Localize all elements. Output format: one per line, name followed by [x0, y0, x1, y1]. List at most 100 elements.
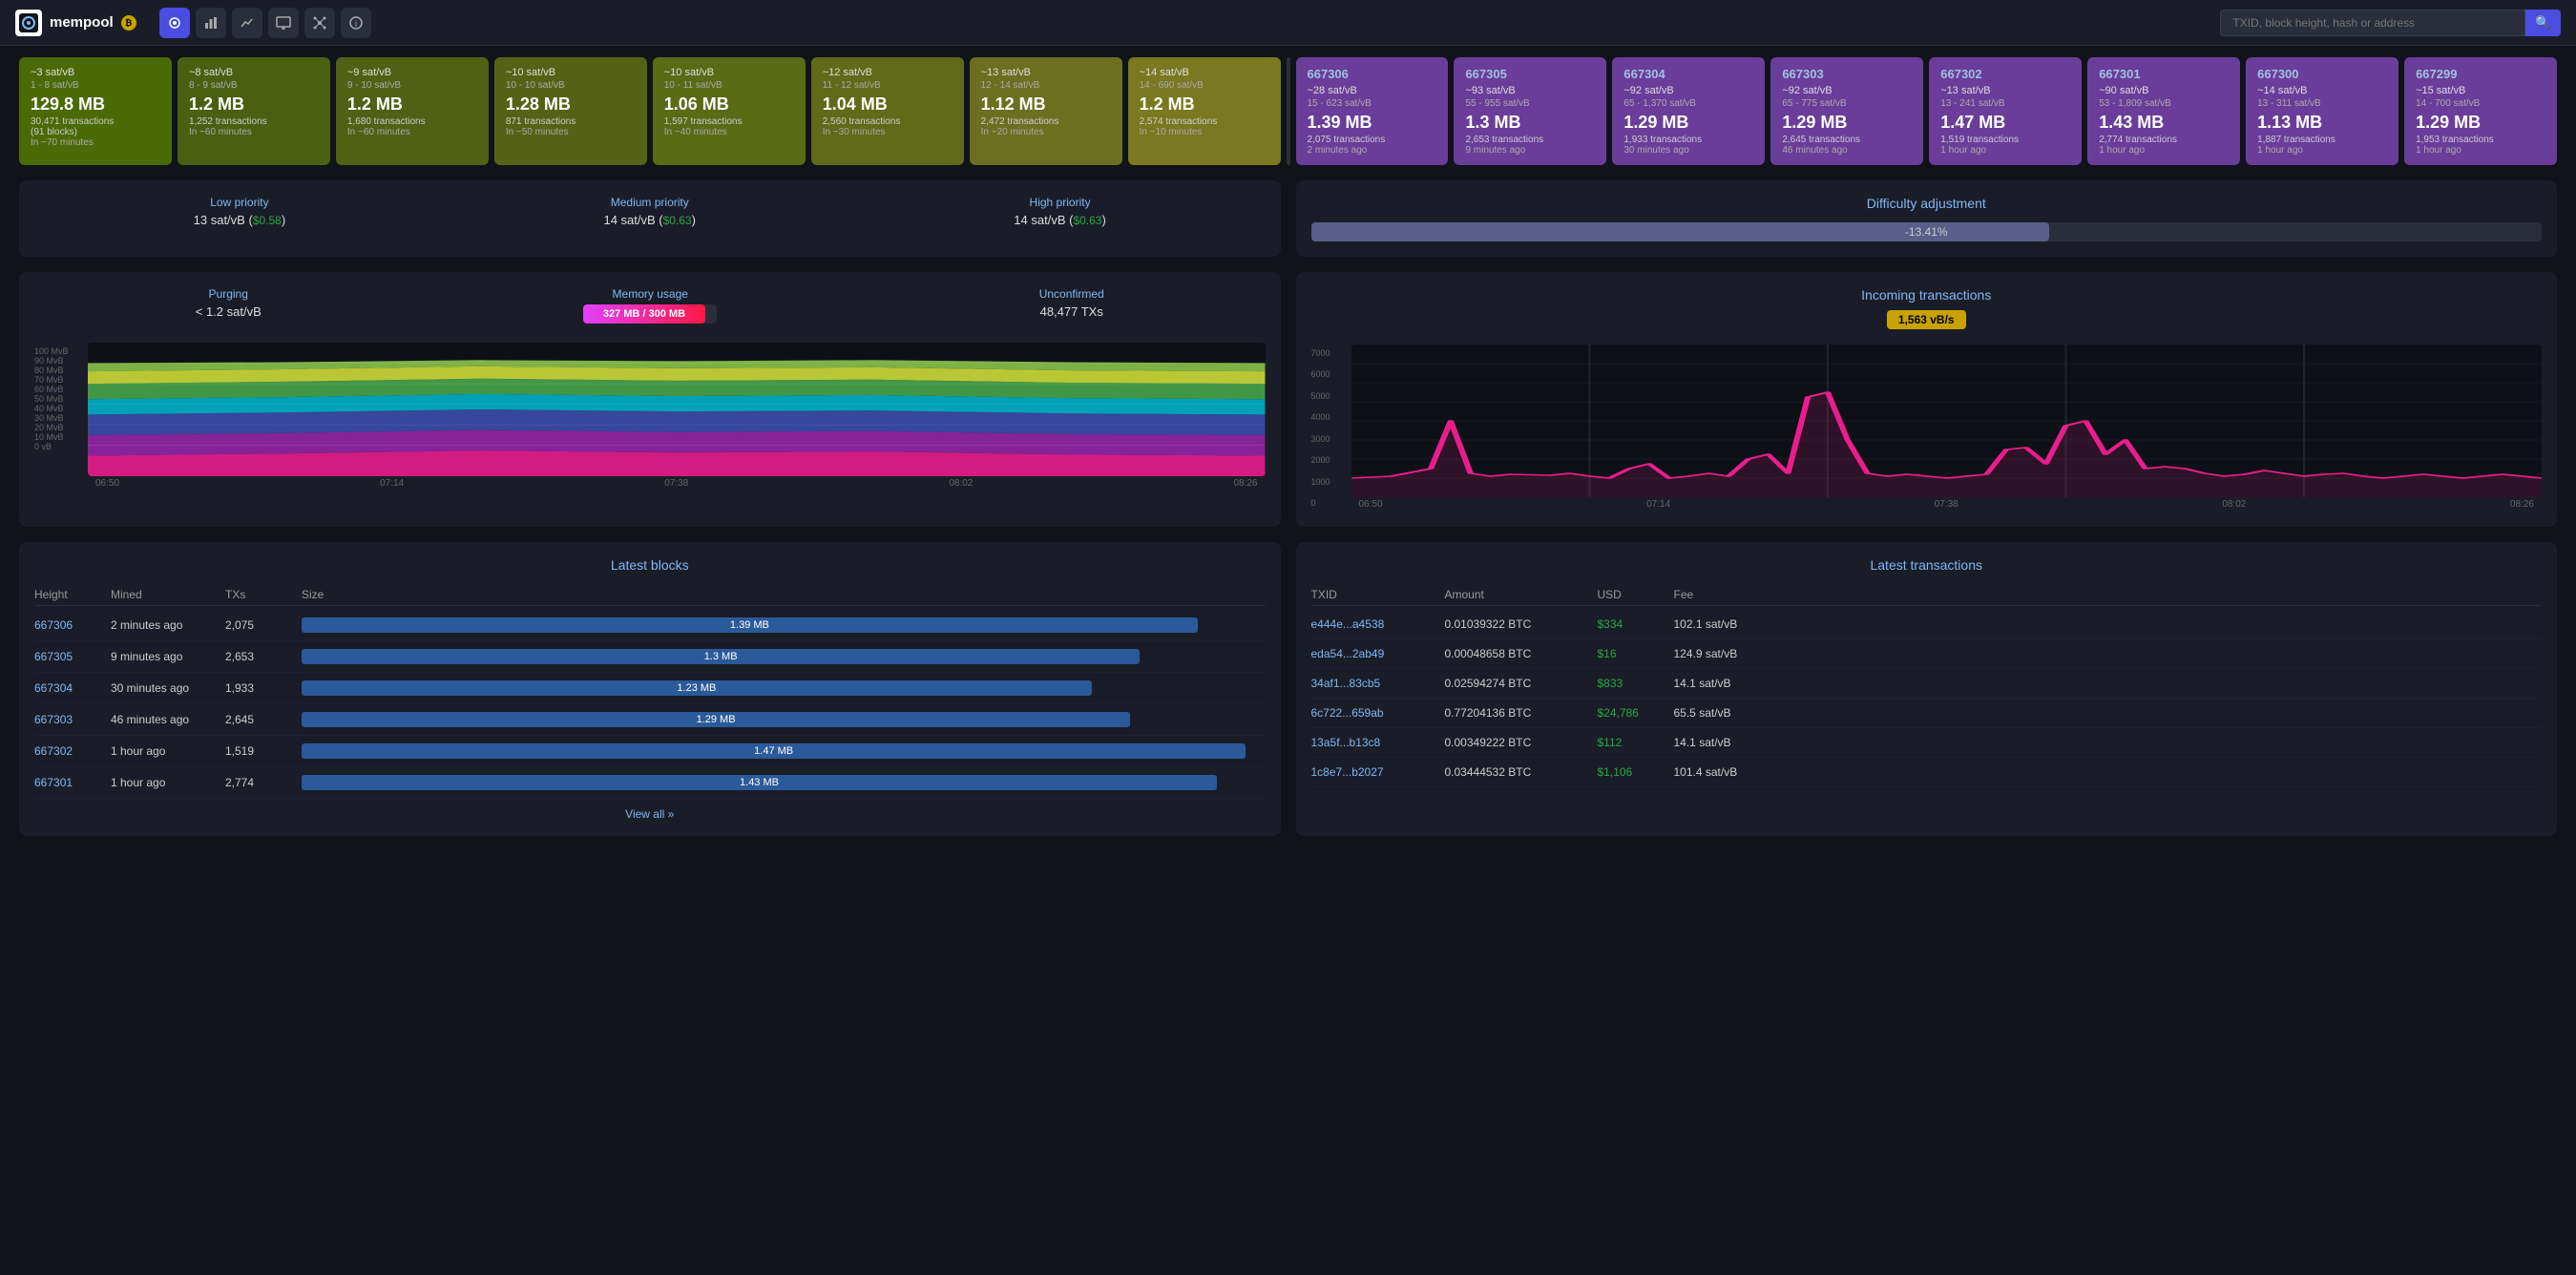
fee-low-label: Low priority: [194, 196, 286, 209]
block-height-link[interactable]: 667305: [34, 650, 111, 663]
block-height-link[interactable]: 667303: [34, 713, 111, 726]
block-height-link[interactable]: 667306: [34, 618, 111, 632]
col-amount: Amount: [1445, 588, 1598, 601]
confirmed-block-1[interactable]: 667305 ~93 sat/vB 55 - 955 sat/vB 1.3 MB…: [1454, 57, 1606, 165]
incoming-badge-row: 1,563 vB/s: [1311, 310, 2543, 337]
fee-panel: Low priority 13 sat/vB ($0.58) Medium pr…: [19, 180, 1281, 257]
incoming-chart-svg: [1351, 345, 2543, 497]
mempool-bar-fill: 327 MB / 300 MB: [583, 304, 704, 324]
tx-txid-link[interactable]: 13a5f...b13c8: [1311, 736, 1445, 749]
fee-row: Low priority 13 sat/vB ($0.58) Medium pr…: [34, 196, 1266, 227]
navbar: mempool ₿ i 🔍: [0, 0, 2576, 46]
latest-blocks-title: Latest blocks: [34, 557, 1266, 573]
search-button[interactable]: 🔍: [2525, 10, 2561, 36]
view-all-blocks: View all »: [34, 806, 1266, 821]
mempool-x-labels: 06:50 07:14 07:38 08:02 08:26: [88, 476, 1266, 491]
pending-block-6[interactable]: ~13 sat/vB 12 - 14 sat/vB 1.12 MB 2,472 …: [970, 57, 1122, 165]
top-row: Low priority 13 sat/vB ($0.58) Medium pr…: [19, 180, 2557, 257]
fee-high: High priority 14 sat/vB ($0.63): [1014, 196, 1106, 227]
block-size-bar: 1.43 MB: [302, 775, 1217, 790]
search-input[interactable]: [2220, 10, 2525, 36]
block-row-2: 667304 30 minutes ago 1,933 1.23 MB: [34, 673, 1266, 704]
incoming-panel: Incoming transactions 1,563 vB/s 7000 60…: [1296, 272, 2558, 527]
main-content: ~3 sat/vB 1 - 8 sat/vB 129.8 MB 30,471 t…: [0, 46, 2576, 847]
brand-icon: [15, 10, 42, 36]
nav-icons: i: [159, 8, 371, 38]
svg-text:i: i: [355, 19, 357, 29]
pending-block-1[interactable]: ~8 sat/vB 8 - 9 sat/vB 1.2 MB 1,252 tran…: [178, 57, 330, 165]
block-txs: 30,471 transactions: [31, 116, 160, 127]
block-row-3: 667303 46 minutes ago 2,645 1.29 MB: [34, 704, 1266, 736]
latest-txs-panel: Latest transactions TXID Amount USD Fee …: [1296, 542, 2558, 836]
nav-charts-btn[interactable]: [232, 8, 262, 38]
mempool-chart-svg: [88, 343, 1266, 476]
brand[interactable]: mempool ₿: [15, 10, 136, 36]
col-txid: TXID: [1311, 588, 1445, 601]
incoming-rate: 1,563 vB/s: [1887, 310, 1966, 329]
latest-txs-title: Latest transactions: [1311, 557, 2543, 573]
nav-monitor-btn[interactable]: [268, 8, 299, 38]
fee-low-value: 13 sat/vB ($0.58): [194, 213, 286, 227]
difficulty-percent: -13.41%: [1905, 225, 1948, 239]
col-txs: TXs: [225, 588, 302, 601]
pending-block-3[interactable]: ~10 sat/vB 10 - 10 sat/vB 1.28 MB 871 tr…: [494, 57, 647, 165]
tx-row-5: 1c8e7...b2027 0.03444532 BTC $1,106 101.…: [1311, 758, 2543, 787]
mempool-memory: Memory usage 327 MB / 300 MB: [583, 287, 717, 331]
confirmed-block-4[interactable]: 667302 ~13 sat/vB 13 - 241 sat/vB 1.47 M…: [1929, 57, 2082, 165]
tx-txid-link[interactable]: 6c722...659ab: [1311, 706, 1445, 720]
block-row-0: 667306 2 minutes ago 2,075 1.39 MB: [34, 610, 1266, 641]
view-all-blocks-link[interactable]: View all »: [625, 807, 674, 821]
confirmed-block-7[interactable]: 667299 ~15 sat/vB 14 - 700 sat/vB 1.29 M…: [2404, 57, 2557, 165]
confirmed-block-5[interactable]: 667301 ~90 sat/vB 53 - 1,809 sat/vB 1.43…: [2087, 57, 2240, 165]
fee-medium-label: Medium priority: [603, 196, 696, 209]
block-row-1: 667305 9 minutes ago 2,653 1.3 MB: [34, 641, 1266, 673]
fee-medium-value: 14 sat/vB ($0.63): [603, 213, 696, 227]
network-badge: ₿: [121, 15, 136, 31]
block-fee-rate: ~3 sat/vB: [31, 67, 160, 78]
mempool-purging: Purging < 1.2 sat/vB: [196, 287, 262, 331]
col-mined: Mined: [111, 588, 225, 601]
fee-high-value: 14 sat/vB ($0.63): [1014, 213, 1106, 227]
tx-row-1: eda54...2ab49 0.00048658 BTC $16 124.9 s…: [1311, 639, 2543, 669]
nav-network-btn[interactable]: [304, 8, 335, 38]
pending-block-4[interactable]: ~10 sat/vB 10 - 11 sat/vB 1.06 MB 1,597 …: [653, 57, 806, 165]
confirmed-block-3[interactable]: 667303 ~92 sat/vB 65 - 775 sat/vB 1.29 M…: [1770, 57, 1923, 165]
nav-mempool-btn[interactable]: [159, 8, 190, 38]
pending-block-7[interactable]: ~14 sat/vB 14 - 690 sat/vB 1.2 MB 2,574 …: [1128, 57, 1281, 165]
incoming-title: Incoming transactions: [1311, 287, 2543, 303]
block-size-bar: 1.39 MB: [302, 617, 1198, 633]
tx-txid-link[interactable]: eda54...2ab49: [1311, 647, 1445, 660]
confirmed-block-6[interactable]: 667300 ~14 sat/vB 13 - 311 sat/vB 1.13 M…: [2246, 57, 2398, 165]
incoming-x-labels: 06:50 07:14 07:38 08:02 08:26: [1351, 497, 2543, 512]
charts-row: Purging < 1.2 sat/vB Memory usage 327 MB…: [19, 272, 2557, 527]
mempool-stats: Purging < 1.2 sat/vB Memory usage 327 MB…: [34, 287, 1266, 331]
bottom-row: Latest blocks Height Mined TXs Size 6673…: [19, 542, 2557, 836]
col-fee: Fee: [1674, 588, 1789, 601]
confirmed-block-2[interactable]: 667304 ~92 sat/vB 65 - 1,370 sat/vB 1.29…: [1612, 57, 1765, 165]
tx-txid-link[interactable]: 34af1...83cb5: [1311, 677, 1445, 690]
block-size-bar: 1.23 MB: [302, 680, 1092, 696]
fee-low: Low priority 13 sat/vB ($0.58): [194, 196, 286, 227]
tx-row-0: e444e...a4538 0.01039322 BTC $334 102.1 …: [1311, 610, 2543, 639]
mempool-chart: 06:50 07:14 07:38 08:02 08:26: [88, 343, 1266, 491]
tx-row-3: 6c722...659ab 0.77204136 BTC $24,786 65.…: [1311, 699, 2543, 728]
spacer: [19, 527, 2557, 542]
incoming-y-labels: 7000 6000 5000 4000 3000 2000 1000 0: [1311, 345, 1348, 512]
pending-block-0[interactable]: ~3 sat/vB 1 - 8 sat/vB 129.8 MB 30,471 t…: [19, 57, 172, 165]
mempool-y-labels: 100 MvB 90 MvB 80 MvB 70 MvB 60 MvB 50 M…: [34, 343, 84, 455]
block-size-bar: 1.3 MB: [302, 649, 1140, 664]
mempool-unconfirmed: Unconfirmed 48,477 TXs: [1039, 287, 1104, 331]
pending-block-5[interactable]: ~12 sat/vB 11 - 12 sat/vB 1.04 MB 2,560 …: [811, 57, 964, 165]
block-size-bar: 1.47 MB: [302, 743, 1246, 759]
confirmed-block-0[interactable]: 667306 ~28 sat/vB 15 - 623 sat/vB 1.39 M…: [1296, 57, 1449, 165]
pending-block-2[interactable]: ~9 sat/vB 9 - 10 sat/vB 1.2 MB 1,680 tra…: [336, 57, 489, 165]
block-height-link[interactable]: 667302: [34, 744, 111, 758]
block-height-link[interactable]: 667304: [34, 681, 111, 695]
brand-name: mempool: [50, 14, 114, 31]
tx-txid-link[interactable]: 1c8e7...b2027: [1311, 765, 1445, 779]
nav-stats-btn[interactable]: [196, 8, 226, 38]
block-height-link[interactable]: 667301: [34, 776, 111, 789]
fee-high-label: High priority: [1014, 196, 1106, 209]
nav-info-btn[interactable]: i: [341, 8, 371, 38]
tx-txid-link[interactable]: e444e...a4538: [1311, 617, 1445, 631]
